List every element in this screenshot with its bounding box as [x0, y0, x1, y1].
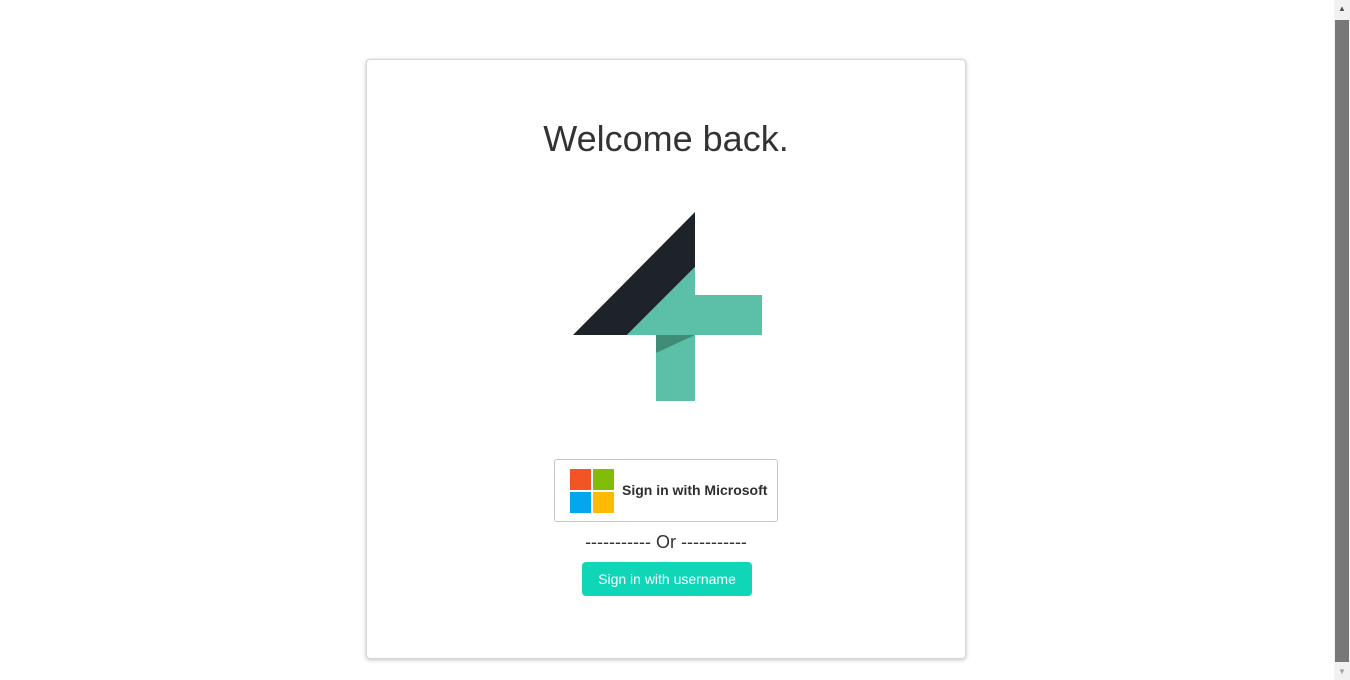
login-card: Welcome back. Sign in with Microsoft ---… — [366, 59, 966, 659]
page: Welcome back. Sign in with Microsoft ---… — [0, 0, 1350, 680]
sign-in-microsoft-button[interactable]: Sign in with Microsoft — [554, 459, 778, 522]
vertical-scrollbar[interactable]: ▲ ▼ — [1334, 0, 1350, 680]
four-plus-logo-icon — [573, 212, 762, 401]
sign-in-username-button[interactable]: Sign in with username — [582, 562, 752, 596]
or-divider: ----------- Or ----------- — [585, 532, 747, 552]
sign-in-microsoft-label: Sign in with Microsoft — [622, 482, 768, 498]
scroll-thumb[interactable] — [1335, 20, 1349, 662]
page-title: Welcome back. — [543, 118, 789, 159]
scroll-down-arrow-icon[interactable]: ▼ — [1334, 663, 1350, 680]
microsoft-logo-icon — [570, 469, 614, 513]
scroll-up-arrow-icon[interactable]: ▲ — [1334, 0, 1350, 17]
